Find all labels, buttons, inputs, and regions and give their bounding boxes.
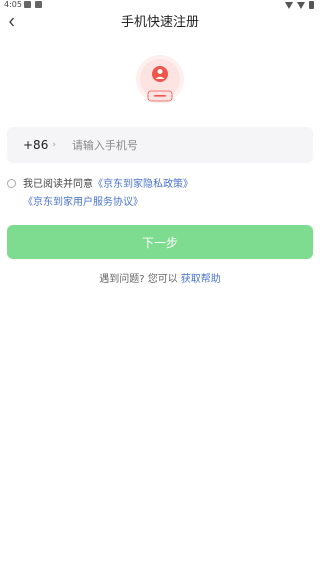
notification-icons [24, 1, 42, 8]
app-notification-icon [35, 1, 42, 8]
phone-input[interactable] [69, 137, 294, 153]
chevron-right-icon: › [52, 140, 56, 150]
country-code: +86 [23, 138, 49, 152]
notification-icon [24, 1, 31, 8]
agree-radio[interactable] [7, 179, 16, 188]
wifi-icon [285, 1, 293, 9]
service-agreement-link[interactable]: 《京东到家用户服务协议》 [23, 197, 143, 208]
header: 手机快速注册 [0, 10, 320, 38]
next-button[interactable]: 下一步 [7, 225, 313, 259]
agreement-text: 我已阅读并同意《京东到家隐私政策》《京东到家用户服务协议》 [23, 176, 307, 212]
user-avatar-icon [136, 55, 184, 103]
logo [135, 54, 185, 104]
page-title: 手机快速注册 [120, 15, 199, 30]
help-question: 遇到问题? 您可以 [99, 274, 178, 285]
battery-icon [309, 1, 314, 9]
privacy-policy-link[interactable]: 《京东到家隐私政策》 [93, 179, 193, 190]
phone-number-row: +86 › [7, 127, 313, 163]
signal-icon [297, 1, 305, 9]
agreement-row: 我已阅读并同意《京东到家隐私政策》《京东到家用户服务协议》 [7, 176, 307, 212]
status-time: 4:05 [4, 0, 22, 9]
agreement-prefix: 我已阅读并同意 [23, 179, 93, 190]
help-row: 遇到问题? 您可以 获取帮助 [0, 270, 320, 285]
country-code-selector[interactable]: +86 › [23, 138, 56, 152]
get-help-link[interactable]: 获取帮助 [181, 274, 221, 285]
status-bar: 4:05 [0, 0, 320, 10]
system-icons [285, 1, 314, 9]
